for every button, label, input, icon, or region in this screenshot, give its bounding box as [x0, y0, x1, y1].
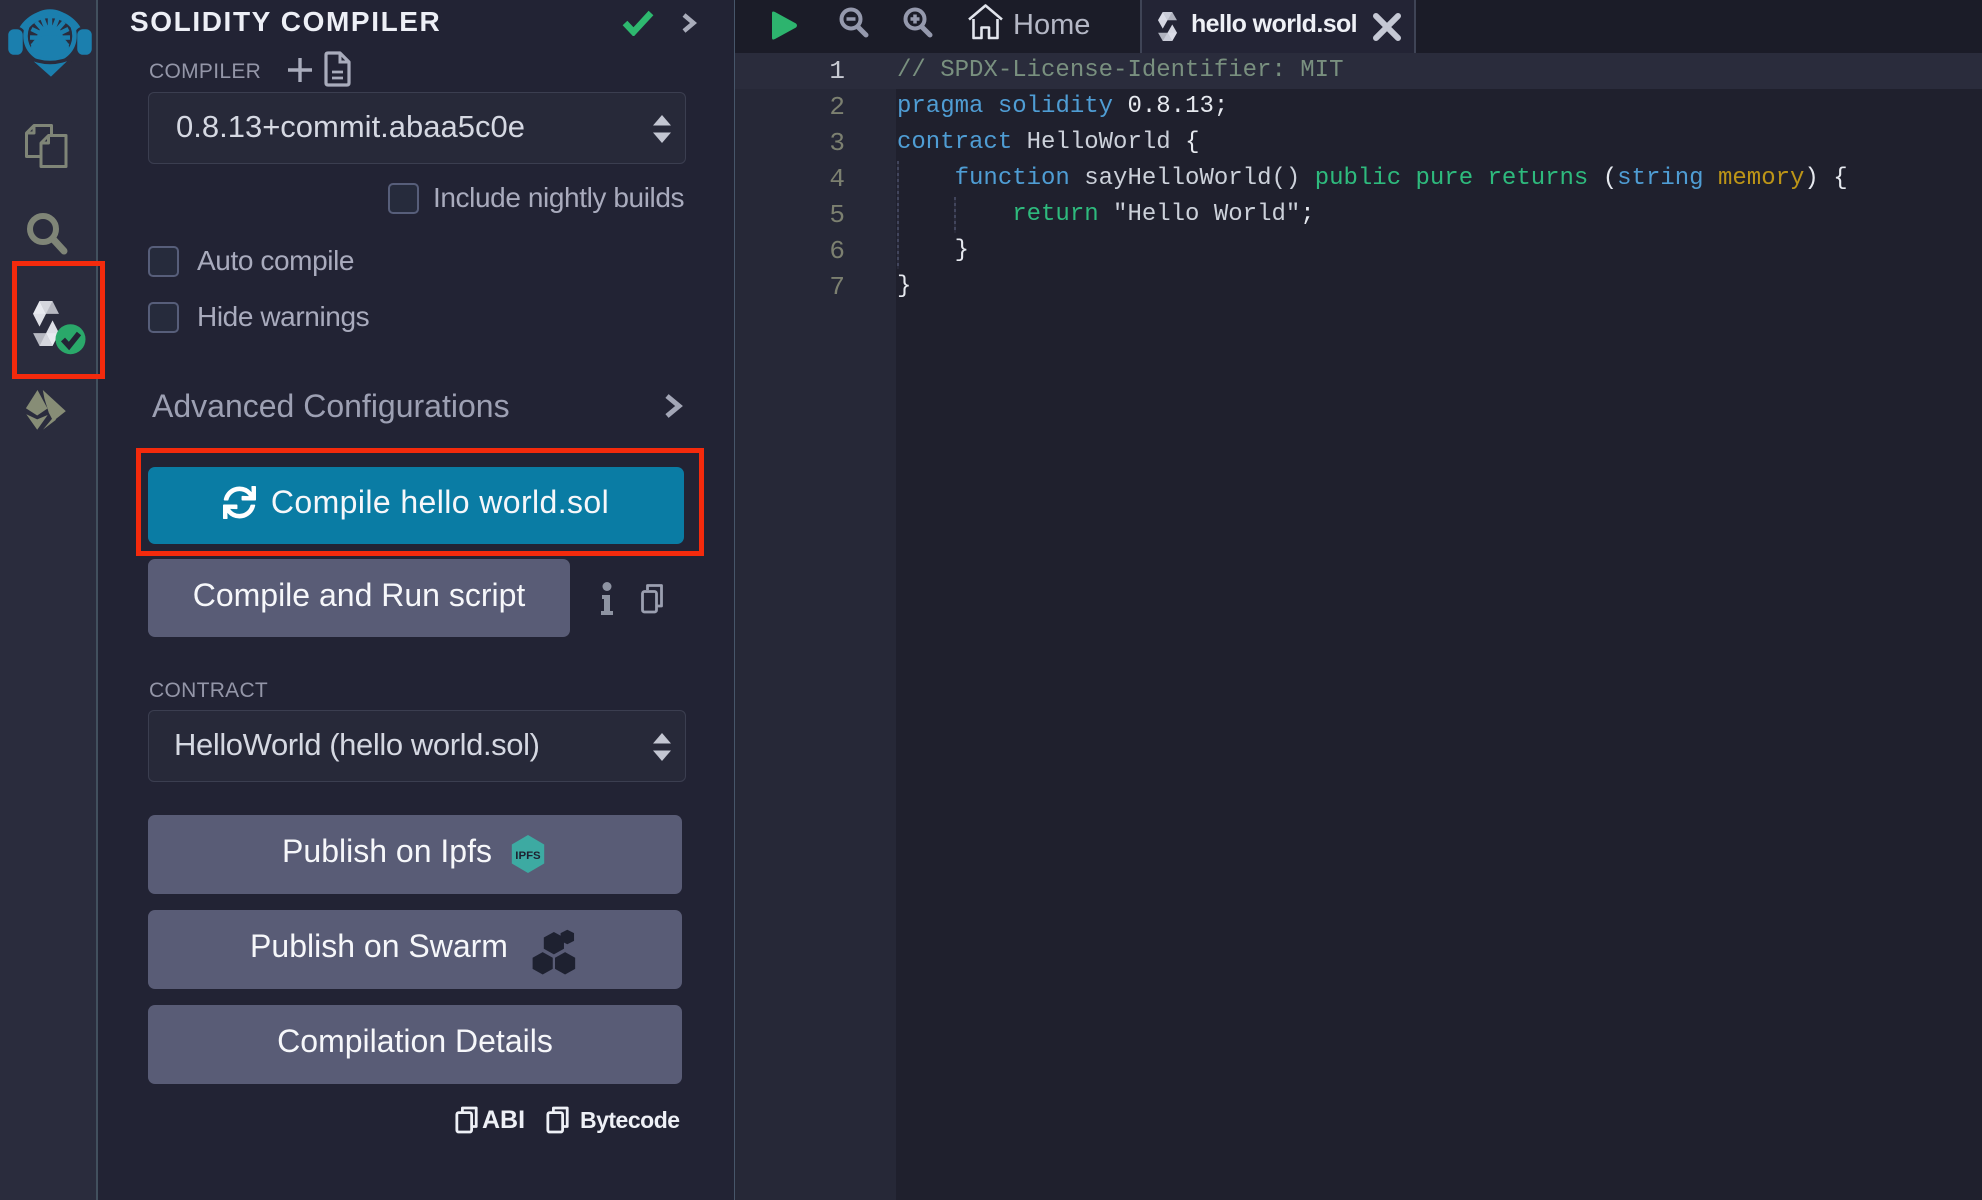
svg-text:IPFS: IPFS [515, 849, 541, 861]
